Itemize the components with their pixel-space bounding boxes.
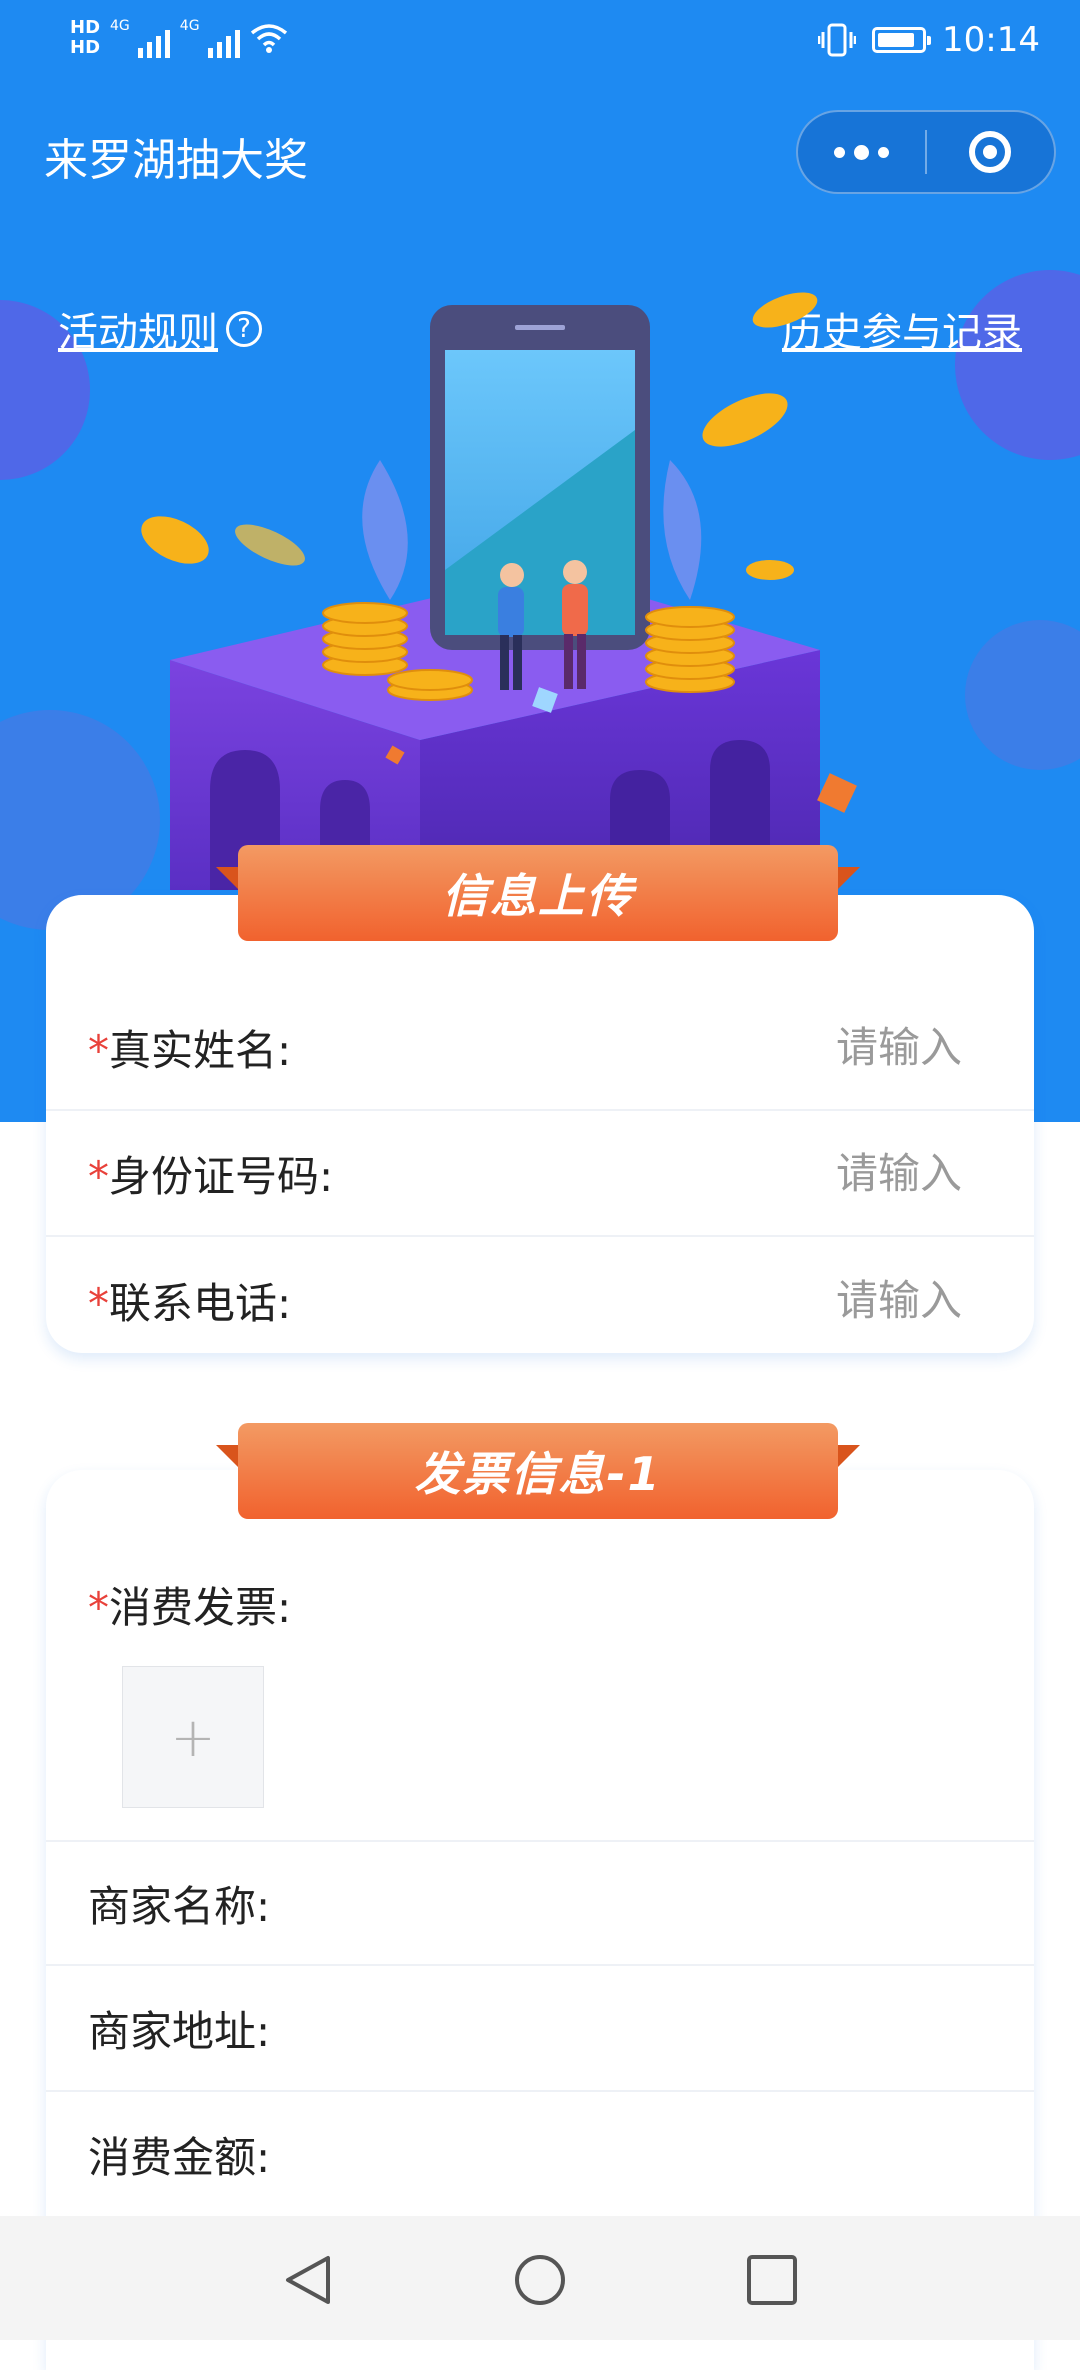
form-row-merchant-name[interactable]: 商家名称: [46,1840,1034,1966]
id-number-input[interactable] [560,1132,964,1214]
required-mark: * [88,1151,109,1201]
form-row-phone: *联系电话: [46,1237,1034,1363]
section-title-invoice: 发票信息-1 [238,1423,838,1519]
status-time: 10:14 [942,20,1040,60]
merchant-address-label: 商家地址: [88,2006,271,2056]
required-mark: * [88,1278,109,1328]
form-row-merchant-address[interactable]: 商家地址: [46,1966,1034,2092]
wifi-icon [250,24,287,53]
status-left: HD HD 4G 4G [70,18,288,58]
miniprogram-capsule [796,110,1056,194]
system-nav-bar [0,2216,1080,2340]
vibrate-icon [818,23,857,57]
form-row-real-name: *真实姓名: [46,985,1034,1111]
net-label-2: 4G [179,18,200,34]
decor-circle [965,620,1080,770]
close-button[interactable] [927,112,1054,192]
status-bar: HD HD 4G 4G 10:14 [0,0,1080,88]
section-ribbon-info-upload: 信息上传 [216,845,860,941]
merchant-name-label: 商家名称: [88,1881,271,1931]
form-row-amount[interactable]: 消费金额: [46,2092,1034,2218]
signal-icon: 4G [180,18,240,58]
required-mark: * [88,1583,109,1632]
hero-illustration [141,292,857,890]
real-name-label-text: 真实姓名: [109,1025,292,1075]
amount-label: 消费金额: [88,2132,271,2182]
phone-label: *联系电话: [88,1270,291,1331]
real-name-input[interactable] [560,1006,964,1088]
back-icon[interactable] [280,2252,336,2308]
invoice-upload-label-text: 消费发票: [109,1583,292,1632]
more-dots-icon [834,144,889,160]
page-title: 来罗湖抽大奖 [44,135,308,186]
form-row-id-number: *身份证号码: [46,1111,1034,1237]
real-name-label: *真实姓名: [88,1017,291,1078]
decor-circle [955,270,1080,460]
signal-icon: 4G [110,18,170,58]
net-label-1: 4G [110,18,130,34]
section-ribbon-invoice: 发票信息-1 [216,1423,860,1519]
hd-icon: HD HD [70,18,100,58]
id-number-label-text: 身份证号码: [109,1151,334,1201]
phone-input[interactable] [560,1259,964,1341]
hd-label-2: HD [70,37,101,58]
plus-icon: + [170,1705,216,1769]
phone-label-text: 联系电话: [109,1278,292,1328]
hd-label-1: HD [70,17,101,38]
invoice-upload-label: *消费发票: [88,1574,291,1635]
invoice-upload-button[interactable]: + [122,1666,264,1808]
more-button[interactable] [798,112,925,192]
info-upload-card: *真实姓名: *身份证号码: *联系电话: [46,895,1034,1353]
status-right: 10:14 [818,20,1040,60]
home-icon[interactable] [512,2252,568,2308]
battery-icon [872,27,932,53]
recents-icon[interactable] [744,2252,800,2308]
id-number-label: *身份证号码: [88,1143,333,1204]
target-close-icon [969,131,1012,173]
section-title-info-upload: 信息上传 [238,845,838,941]
required-mark: * [88,1025,109,1075]
